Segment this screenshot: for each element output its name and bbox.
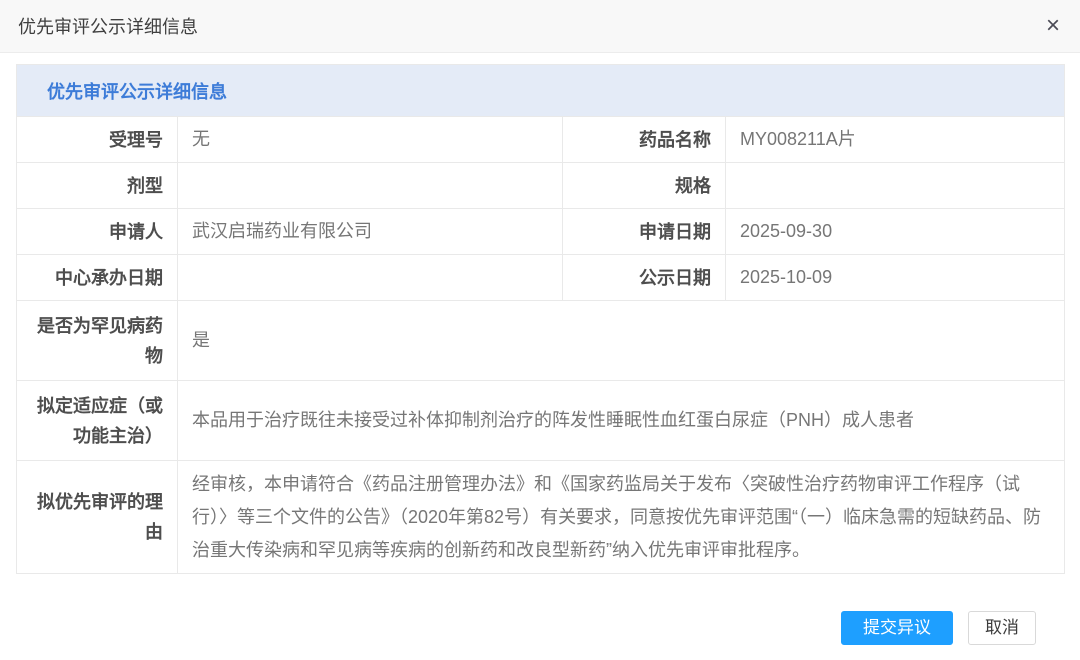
field-label-applicant: 申请人 — [17, 209, 178, 255]
field-label-review-reason: 拟优先审评的理由 — [17, 461, 178, 574]
dialog-body: 优先审评公示详细信息 受理号 无 药品名称 MY008211A片 剂型 规格 申… — [0, 53, 1080, 645]
field-value-acceptance-no: 无 — [178, 117, 563, 163]
submit-objection-button[interactable]: 提交异议 — [841, 611, 953, 645]
field-label-center-date: 中心承办日期 — [17, 255, 178, 301]
table-row-rare-disease: 是否为罕见病药物 是 — [17, 301, 1065, 381]
field-value-publicity-date: 2025-10-09 — [726, 255, 1065, 301]
field-label-rare-disease: 是否为罕见病药物 — [17, 301, 178, 381]
table-row-review-reason: 拟优先审评的理由 经审核，本申请符合《药品注册管理办法》和《国家药监局关于发布〈… — [17, 461, 1065, 574]
field-value-dosage-form — [178, 163, 563, 209]
field-value-drug-name: MY008211A片 — [726, 117, 1065, 163]
dialog-footer: 提交异议 取消 — [16, 611, 1064, 645]
field-value-indication: 本品用于治疗既往未接受过补体抑制剂治疗的阵发性睡眠性血红蛋白尿症（PNH）成人患… — [178, 381, 1065, 461]
priority-review-detail-dialog: 优先审评公示详细信息 × 优先审评公示详细信息 受理号 无 药品名称 MY008… — [0, 0, 1080, 660]
close-icon[interactable]: × — [1046, 14, 1060, 38]
table-caption-row: 优先审评公示详细信息 — [17, 65, 1065, 117]
field-value-rare-disease: 是 — [178, 301, 1065, 381]
dialog-title: 优先审评公示详细信息 — [18, 13, 198, 39]
table-row-indication: 拟定适应症（或功能主治） 本品用于治疗既往未接受过补体抑制剂治疗的阵发性睡眠性血… — [17, 381, 1065, 461]
table-row-acceptance-drugname: 受理号 无 药品名称 MY008211A片 — [17, 117, 1065, 163]
field-value-center-date — [178, 255, 563, 301]
table-row-applicant-date: 申请人 武汉启瑞药业有限公司 申请日期 2025-09-30 — [17, 209, 1065, 255]
field-label-indication: 拟定适应症（或功能主治） — [17, 381, 178, 461]
field-label-publicity-date: 公示日期 — [563, 255, 726, 301]
field-label-dosage-form: 剂型 — [17, 163, 178, 209]
field-label-drug-name: 药品名称 — [563, 117, 726, 163]
field-value-review-reason: 经审核，本申请符合《药品注册管理办法》和《国家药监局关于发布〈突破性治疗药物审评… — [178, 461, 1065, 574]
table-caption: 优先审评公示详细信息 — [17, 65, 1065, 117]
detail-table: 优先审评公示详细信息 受理号 无 药品名称 MY008211A片 剂型 规格 申… — [16, 64, 1065, 574]
table-row-centerdate-publicdate: 中心承办日期 公示日期 2025-10-09 — [17, 255, 1065, 301]
table-row-dosageform-spec: 剂型 规格 — [17, 163, 1065, 209]
field-label-acceptance-no: 受理号 — [17, 117, 178, 163]
field-value-specification — [726, 163, 1065, 209]
dialog-header: 优先审评公示详细信息 × — [0, 0, 1080, 53]
field-value-apply-date: 2025-09-30 — [726, 209, 1065, 255]
field-label-specification: 规格 — [563, 163, 726, 209]
field-label-apply-date: 申请日期 — [563, 209, 726, 255]
field-value-applicant: 武汉启瑞药业有限公司 — [178, 209, 563, 255]
cancel-button[interactable]: 取消 — [968, 611, 1036, 645]
